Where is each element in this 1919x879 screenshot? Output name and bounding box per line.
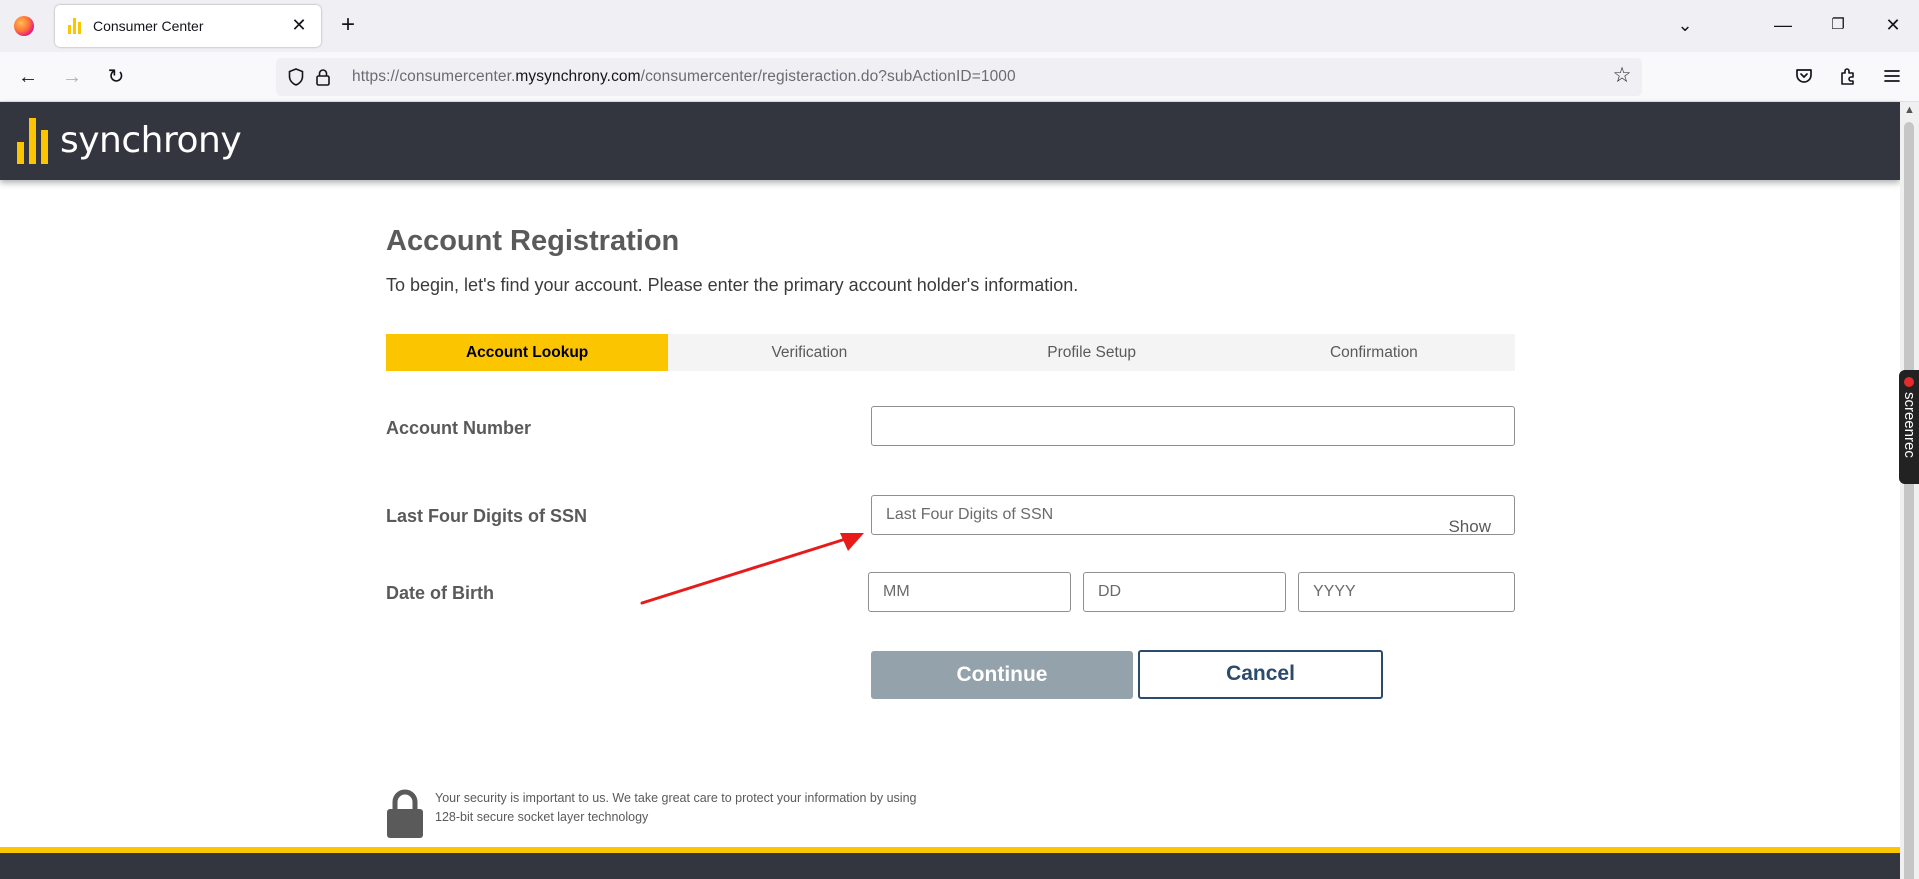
reload-button[interactable]: ↻: [101, 62, 131, 92]
restore-window-button[interactable]: ❐: [1823, 10, 1853, 40]
extensions-puzzle-icon[interactable]: [1836, 64, 1860, 88]
ssn-placeholder: Last Four Digits of SSN: [886, 506, 1054, 523]
dob-month-input[interactable]: MM: [868, 572, 1071, 612]
tab-title: Consumer Center: [93, 18, 204, 34]
back-button[interactable]: ←: [13, 62, 43, 92]
page-title: Account Registration: [386, 225, 680, 257]
browser-tab[interactable]: Consumer Center ✕: [55, 5, 321, 47]
step-confirmation: Confirmation: [1329, 344, 1418, 361]
registration-steps: Account Lookup Verification Profile Setu…: [386, 334, 1515, 371]
dob-label: Date of Birth: [386, 583, 494, 603]
browser-tab-bar: Consumer Center ✕ + ⌄ — ❐ ✕: [0, 0, 1919, 52]
minimize-window-button[interactable]: —: [1768, 10, 1798, 40]
logo-text: synchrony: [60, 120, 242, 161]
dob-year-input[interactable]: YYYY: [1298, 572, 1515, 612]
url-bar[interactable]: https://consumercenter.mysynchrony.com/c…: [276, 58, 1642, 96]
forward-button[interactable]: →: [57, 62, 87, 92]
scroll-up-arrow-icon[interactable]: ▲: [1904, 104, 1915, 116]
site-header: synchrony: [0, 102, 1900, 180]
lock-icon[interactable]: [313, 67, 333, 87]
ssn-show-toggle[interactable]: Show: [1448, 508, 1491, 546]
browser-nav-bar: ← → ↻ https://consumercenter.mysynchrony…: [0, 52, 1919, 102]
list-all-tabs-icon[interactable]: ⌄: [1670, 10, 1700, 40]
dob-day-input[interactable]: DD: [1083, 572, 1286, 612]
record-dot-icon: [1904, 377, 1914, 387]
pocket-icon[interactable]: [1792, 64, 1816, 88]
scrollbar-thumb[interactable]: [1904, 122, 1914, 879]
ssn-input[interactable]: Last Four Digits of SSN Show: [871, 495, 1515, 536]
firefox-logo-icon[interactable]: [14, 16, 34, 36]
step-account-lookup: Account Lookup: [386, 334, 669, 371]
continue-button[interactable]: Continue: [871, 651, 1133, 699]
menu-hamburger-icon[interactable]: [1880, 64, 1904, 88]
step-profile-setup: Profile Setup: [1047, 344, 1136, 361]
account-number-label: Account Number: [386, 418, 532, 438]
url-text[interactable]: https://consumercenter.mysynchrony.com/c…: [352, 68, 1016, 86]
page-subtitle: To begin, let's find your account. Pleas…: [386, 275, 1079, 295]
security-note: Your security is important to us. We tak…: [435, 791, 917, 824]
annotation-arrow: [640, 533, 864, 605]
tracking-protection-shield-icon[interactable]: [286, 67, 306, 87]
bookmark-star-icon[interactable]: ☆: [1610, 64, 1634, 88]
close-window-button[interactable]: ✕: [1878, 10, 1908, 40]
page-scrollbar[interactable]: ▲: [1900, 102, 1919, 879]
tab-close-icon[interactable]: ✕: [287, 13, 311, 37]
ssn-label: Last Four Digits of SSN: [386, 506, 588, 526]
security-lock-icon: [387, 789, 423, 838]
site-footer: [0, 853, 1900, 879]
synchrony-favicon-icon: [67, 18, 83, 34]
new-tab-button[interactable]: +: [334, 12, 362, 40]
synchrony-logo-bars-icon: [17, 118, 49, 164]
step-verification: Verification: [771, 344, 848, 361]
screenrec-widget[interactable]: screenrec: [1899, 370, 1919, 484]
account-number-input[interactable]: [871, 406, 1515, 446]
screenrec-label: screenrec: [1901, 392, 1918, 458]
cancel-button[interactable]: Cancel: [1138, 650, 1383, 699]
